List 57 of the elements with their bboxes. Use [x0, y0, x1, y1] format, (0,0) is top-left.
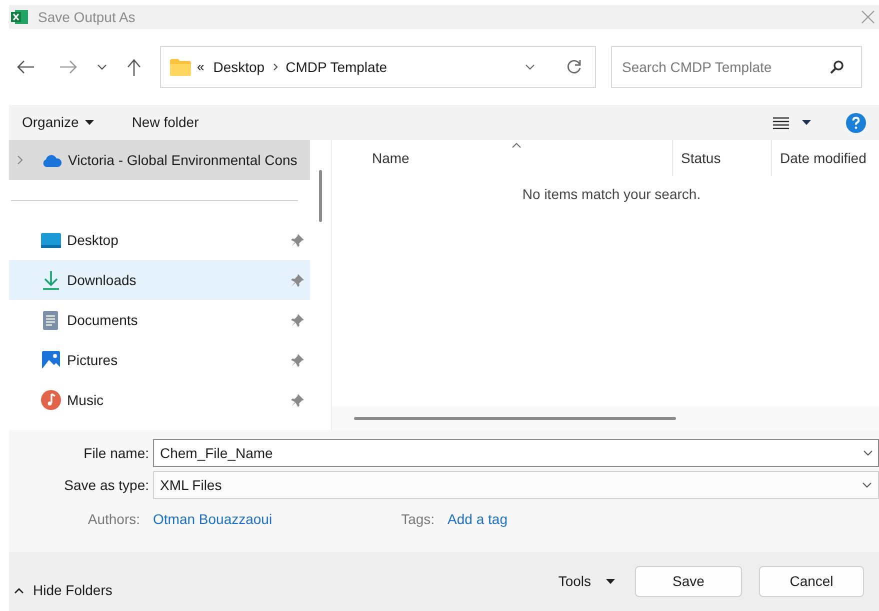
chevron-up-icon [14, 588, 24, 594]
breadcrumb-item[interactable]: Desktop [213, 56, 265, 78]
chevron-down-icon[interactable] [525, 64, 535, 70]
breadcrumb-item[interactable]: CMDP Template [286, 56, 388, 78]
quick-access-item[interactable]: Downloads [9, 260, 310, 300]
chevron-right-icon[interactable] [272, 63, 278, 71]
chevron-down-icon[interactable] [863, 450, 873, 456]
help-icon[interactable] [846, 112, 866, 132]
refresh-icon[interactable] [566, 59, 582, 75]
pin-icon[interactable] [291, 394, 304, 406]
add-tag-link[interactable]: Add a tag [448, 508, 508, 530]
pin-icon[interactable] [291, 274, 304, 286]
view-list-icon[interactable] [773, 116, 789, 128]
hide-folders-button[interactable]: Hide Folders [14, 580, 112, 601]
horizontal-scrollbar-thumb[interactable] [354, 416, 676, 420]
file-name-label: File name: [82, 444, 150, 462]
excel-logo-icon [11, 9, 29, 25]
empty-message: No items match your search. [521, 185, 702, 204]
column-header[interactable]: Name [332, 140, 672, 176]
back-arrow-icon[interactable] [17, 60, 35, 74]
pin-icon[interactable] [291, 354, 304, 366]
authors-label: Authors: [86, 510, 141, 528]
up-arrow-icon[interactable] [127, 58, 141, 76]
file-name-field[interactable]: Chem_File_Name [153, 439, 879, 467]
save-button[interactable]: Save [635, 566, 742, 597]
address-bar[interactable]: « Desktop CMDP Template [160, 46, 596, 88]
column-header[interactable]: Date modified [771, 140, 879, 176]
dropdown-triangle-icon[interactable] [802, 120, 811, 125]
pin-icon[interactable] [291, 234, 304, 246]
music-note-icon [40, 390, 60, 410]
new-folder-button[interactable]: New folder [132, 112, 199, 133]
tools-menu[interactable]: Tools [558, 571, 615, 592]
desktop-icon [40, 232, 60, 248]
forward-arrow-icon[interactable] [59, 60, 77, 74]
save-as-type-dropdown[interactable]: XML Files [153, 471, 879, 499]
chevron-down-icon[interactable] [97, 64, 107, 70]
tree-item[interactable]: Victoria - Global Environmental Cons [9, 140, 310, 180]
cancel-button[interactable]: Cancel [759, 566, 864, 597]
search-icon[interactable] [830, 60, 844, 74]
chevron-down-icon[interactable] [862, 482, 872, 488]
document-icon [43, 310, 58, 330]
download-icon [42, 270, 60, 290]
pin-icon[interactable] [291, 314, 304, 326]
folder-icon [170, 58, 191, 76]
organize-menu[interactable]: Organize [22, 112, 94, 133]
cloud-icon [42, 154, 62, 166]
scrollbar-thumb[interactable] [319, 170, 322, 222]
column-header[interactable]: Status [672, 140, 771, 176]
picture-icon [42, 351, 60, 369]
save-as-type-label: Save as type: [63, 476, 150, 495]
tags-label: Tags: [401, 510, 435, 529]
overflow-chevrons[interactable]: « [197, 57, 204, 77]
authors-link[interactable]: Otman Bouazzaoui [153, 508, 272, 530]
window-title: Save Output As [38, 8, 136, 27]
search-field[interactable]: Search CMDP Template [611, 46, 862, 88]
dropdown-triangle-icon [84, 120, 94, 125]
dropdown-triangle-icon [606, 579, 615, 584]
